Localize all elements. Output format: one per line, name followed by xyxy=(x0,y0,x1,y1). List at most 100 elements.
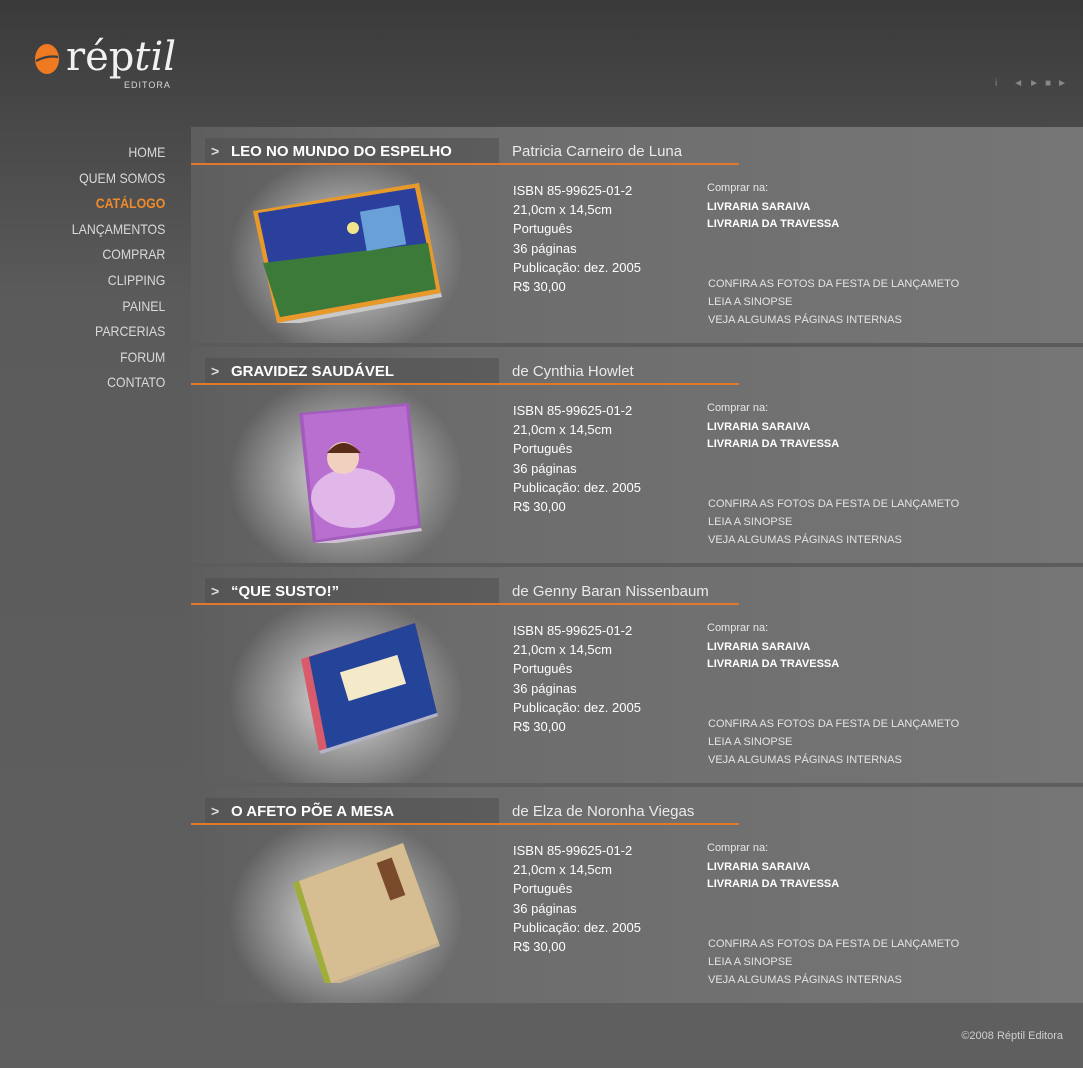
book-entry: > O AFETO PÕE A MESA de Elza de Noronha … xyxy=(191,787,1083,1003)
book-entry: > “QUE SUSTO!” de Genny Baran Nissenbaum… xyxy=(191,567,1083,783)
detail-language: Português xyxy=(513,881,573,897)
prev-icon[interactable]: ◄ xyxy=(1013,78,1023,89)
detail-publication: Publicação: dez. 2005 xyxy=(513,699,641,715)
book-author: de Elza de Noronha Viegas xyxy=(512,803,695,820)
catalog-list: > LEO NO MUNDO DO ESPELHO Patricia Carne… xyxy=(191,127,1083,1003)
book-details: ISBN 85-99625-01-2 21,0cm x 14,5cm Portu… xyxy=(513,401,641,516)
title-underline xyxy=(191,603,739,605)
book-entry: > GRAVIDEZ SAUDÁVEL de Cynthia Howlet IS… xyxy=(191,347,1083,563)
launch-photos-link[interactable]: CONFIRA AS FOTOS DA FESTA DE LANÇAMETO xyxy=(708,718,959,730)
inner-pages-link[interactable]: VEJA ALGUMAS PÁGINAS INTERNAS xyxy=(708,754,902,766)
store-link-travessa[interactable]: LIVRARIA DA TRAVESSA xyxy=(707,438,839,450)
menu-item-painel[interactable]: PAINEL xyxy=(71,297,165,323)
logo-mark-icon xyxy=(35,44,59,74)
arrow-icon: > xyxy=(211,583,220,599)
book-entry: > LEO NO MUNDO DO ESPELHO Patricia Carne… xyxy=(191,127,1083,343)
detail-size: 21,0cm x 14,5cm xyxy=(513,422,612,438)
book-details: ISBN 85-99625-01-2 21,0cm x 14,5cm Portu… xyxy=(513,621,641,736)
detail-publication: Publicação: dez. 2005 xyxy=(513,919,641,935)
book-cover-image[interactable] xyxy=(243,843,443,983)
arrow-icon: > xyxy=(211,143,220,159)
stop-icon[interactable]: ■ xyxy=(1045,78,1051,89)
menu-item-comprar[interactable]: COMPRAR xyxy=(71,245,165,271)
launch-photos-link[interactable]: CONFIRA AS FOTOS DA FESTA DE LANÇAMETO xyxy=(708,938,959,950)
detail-isbn: ISBN 85-99625-01-2 xyxy=(513,403,633,418)
menu-item-contato[interactable]: CONTATO xyxy=(71,373,165,399)
detail-pages: 36 páginas xyxy=(513,680,577,696)
menu-item-quem-somos[interactable]: QUEM SOMOS xyxy=(71,169,165,195)
logo[interactable]: réptil EDITORA xyxy=(32,34,182,95)
logo-word-italic: til xyxy=(134,34,177,80)
detail-language: Português xyxy=(513,661,573,677)
menu-item-parcerias[interactable]: PARCERIAS xyxy=(71,322,165,348)
detail-isbn: ISBN 85-99625-01-2 xyxy=(513,183,633,198)
detail-price: R$ 30,00 xyxy=(513,499,566,515)
launch-photos-link[interactable]: CONFIRA AS FOTOS DA FESTA DE LANÇAMETO xyxy=(708,498,959,510)
book-cover-image[interactable] xyxy=(243,403,443,543)
launch-photos-link[interactable]: CONFIRA AS FOTOS DA FESTA DE LANÇAMETO xyxy=(708,278,959,290)
logo-subtitle: EDITORA xyxy=(124,80,171,90)
menu-item-home[interactable]: HOME xyxy=(71,143,165,169)
inner-pages-link[interactable]: VEJA ALGUMAS PÁGINAS INTERNAS xyxy=(708,314,902,326)
detail-price: R$ 30,00 xyxy=(513,939,566,955)
book-author: de Cynthia Howlet xyxy=(512,363,634,380)
logo-wordmark: réptil xyxy=(66,34,176,80)
detail-publication: Publicação: dez. 2005 xyxy=(513,479,641,495)
title-underline xyxy=(191,823,739,825)
synopsis-link[interactable]: LEIA A SINOPSE xyxy=(708,296,792,308)
buy-label: Comprar na: xyxy=(707,182,769,194)
store-link-saraiva[interactable]: LIVRARIA SARAIVA xyxy=(707,421,810,433)
detail-publication: Publicação: dez. 2005 xyxy=(513,259,641,275)
footer-copyright: ©2008 Réptil Editora xyxy=(961,1030,1063,1042)
play-icon[interactable]: ► xyxy=(1029,78,1039,89)
book-title[interactable]: LEO NO MUNDO DO ESPELHO xyxy=(231,143,452,160)
arrow-icon: > xyxy=(211,803,220,819)
detail-pages: 36 páginas xyxy=(513,900,577,916)
store-link-saraiva[interactable]: LIVRARIA SARAIVA xyxy=(707,641,810,653)
main-menu: HOME QUEM SOMOS CATÁLOGO LANÇAMENTOS COM… xyxy=(59,143,165,399)
detail-size: 21,0cm x 14,5cm xyxy=(513,642,612,658)
synopsis-link[interactable]: LEIA A SINOPSE xyxy=(708,516,792,528)
book-title[interactable]: O AFETO PÕE A MESA xyxy=(231,803,394,820)
book-author: de Genny Baran Nissenbaum xyxy=(512,583,709,600)
inner-pages-link[interactable]: VEJA ALGUMAS PÁGINAS INTERNAS xyxy=(708,974,902,986)
arrow-icon: > xyxy=(211,363,220,379)
detail-price: R$ 30,00 xyxy=(513,719,566,735)
store-link-travessa[interactable]: LIVRARIA DA TRAVESSA xyxy=(707,878,839,890)
detail-isbn: ISBN 85-99625-01-2 xyxy=(513,623,633,638)
detail-isbn: ISBN 85-99625-01-2 xyxy=(513,843,633,858)
book-author: Patricia Carneiro de Luna xyxy=(512,143,683,160)
book-cover-image[interactable] xyxy=(243,183,443,323)
book-title[interactable]: “QUE SUSTO!” xyxy=(231,583,339,600)
buy-label: Comprar na: xyxy=(707,622,769,634)
media-player-controls: i ◄ ► ■ ► xyxy=(995,78,1067,89)
title-underline xyxy=(191,383,739,385)
menu-item-catalogo[interactable]: CATÁLOGO xyxy=(71,194,165,220)
store-link-travessa[interactable]: LIVRARIA DA TRAVESSA xyxy=(707,218,839,230)
detail-language: Português xyxy=(513,221,573,237)
store-link-saraiva[interactable]: LIVRARIA SARAIVA xyxy=(707,201,810,213)
detail-price: R$ 30,00 xyxy=(513,279,566,295)
title-underline xyxy=(191,163,739,165)
detail-size: 21,0cm x 14,5cm xyxy=(513,862,612,878)
info-icon[interactable]: i xyxy=(995,78,997,89)
detail-pages: 36 páginas xyxy=(513,460,577,476)
logo-word-plain: rép xyxy=(66,34,135,80)
inner-pages-link[interactable]: VEJA ALGUMAS PÁGINAS INTERNAS xyxy=(708,534,902,546)
synopsis-link[interactable]: LEIA A SINOPSE xyxy=(708,956,792,968)
store-link-saraiva[interactable]: LIVRARIA SARAIVA xyxy=(707,861,810,873)
book-title[interactable]: GRAVIDEZ SAUDÁVEL xyxy=(231,363,394,380)
book-cover-image[interactable] xyxy=(243,623,443,763)
menu-item-forum[interactable]: FORUM xyxy=(71,348,165,374)
detail-language: Português xyxy=(513,441,573,457)
store-link-travessa[interactable]: LIVRARIA DA TRAVESSA xyxy=(707,658,839,670)
buy-label: Comprar na: xyxy=(707,402,769,414)
buy-label: Comprar na: xyxy=(707,842,769,854)
menu-item-clipping[interactable]: CLIPPING xyxy=(71,271,165,297)
detail-size: 21,0cm x 14,5cm xyxy=(513,202,612,218)
book-details: ISBN 85-99625-01-2 21,0cm x 14,5cm Portu… xyxy=(513,181,641,296)
synopsis-link[interactable]: LEIA A SINOPSE xyxy=(708,736,792,748)
detail-pages: 36 páginas xyxy=(513,240,577,256)
menu-item-lancamentos[interactable]: LANÇAMENTOS xyxy=(71,220,165,246)
next-icon[interactable]: ► xyxy=(1057,78,1067,89)
